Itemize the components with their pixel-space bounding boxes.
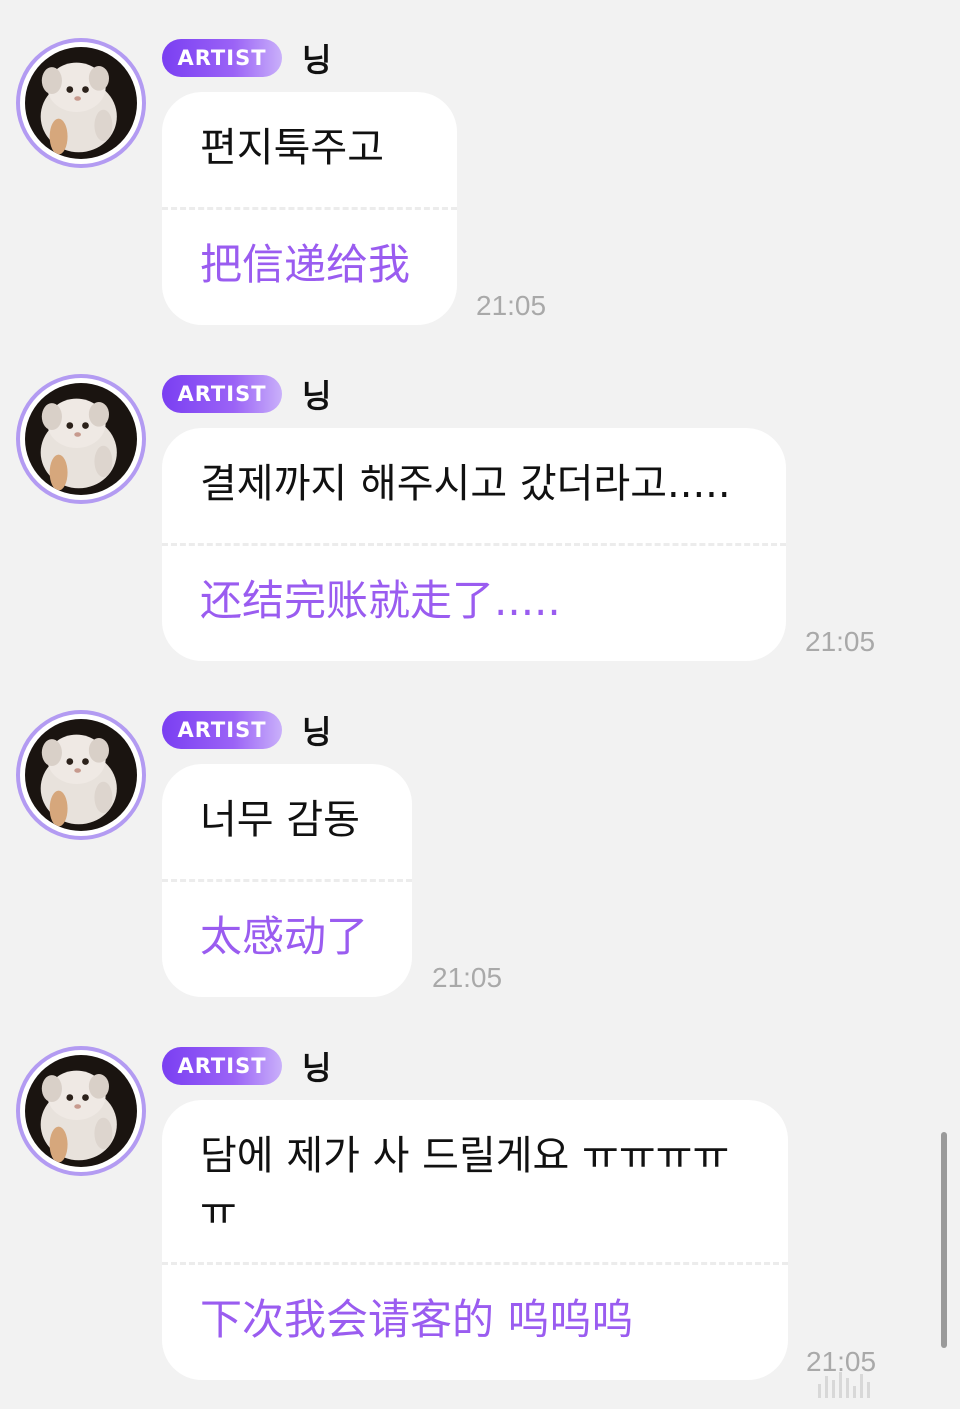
avatar[interactable] <box>16 710 146 840</box>
avatar[interactable] <box>16 1046 146 1176</box>
cat-avatar-icon <box>25 719 137 831</box>
timestamp: 21:05 <box>805 626 876 657</box>
avatar[interactable] <box>16 38 146 168</box>
scrollbar[interactable] <box>941 1132 947 1348</box>
translation-text: 还结完账就走了..... <box>200 576 561 625</box>
translation-text: 下次我会请客的 呜呜呜 <box>200 1295 634 1344</box>
avatar[interactable] <box>16 374 146 504</box>
translation-text: 太感动了 <box>200 912 369 961</box>
translation-text: 把信递给我 <box>200 240 411 289</box>
sender-name: 닝 <box>302 377 332 415</box>
original-text: 결제까지 해주시고 갔더라고..... <box>200 461 731 507</box>
artist-badge: ARTIST <box>162 375 282 413</box>
sender-name: 닝 <box>302 41 332 79</box>
bubble-divider <box>162 543 786 546</box>
watermark-icon <box>818 1368 952 1398</box>
sender-name: 닝 <box>302 713 332 751</box>
bubble-divider <box>162 879 412 882</box>
timestamp: 21:05 <box>432 962 503 993</box>
artist-badge: ARTIST <box>162 711 282 749</box>
message-bubble[interactable]: 편지툭주고 把信递给我 <box>162 92 457 325</box>
message-bubble[interactable]: 결제까지 해주시고 갔더라고..... 还结完账就走了..... <box>162 428 786 661</box>
bubble-divider <box>162 207 457 210</box>
cat-avatar-icon <box>25 1055 137 1167</box>
bubble-divider <box>162 1262 788 1265</box>
original-text: 너무 감동 <box>200 797 360 843</box>
original-text: 담에 제가 사 드릴게요 ㅠㅠㅠㅠ ㅠ <box>200 1133 730 1235</box>
artist-badge: ARTIST <box>162 39 282 77</box>
sender-name: 닝 <box>302 1049 332 1087</box>
cat-avatar-icon <box>25 383 137 495</box>
cat-avatar-icon <box>25 47 137 159</box>
original-text: 편지툭주고 <box>200 125 384 171</box>
timestamp: 21:05 <box>476 290 547 321</box>
artist-badge: ARTIST <box>162 1047 282 1085</box>
message-bubble[interactable]: 담에 제가 사 드릴게요 ㅠㅠㅠㅠ ㅠ 下次我会请客的 呜呜呜 <box>162 1100 788 1380</box>
message-bubble[interactable]: 너무 감동 太感动了 <box>162 764 412 997</box>
